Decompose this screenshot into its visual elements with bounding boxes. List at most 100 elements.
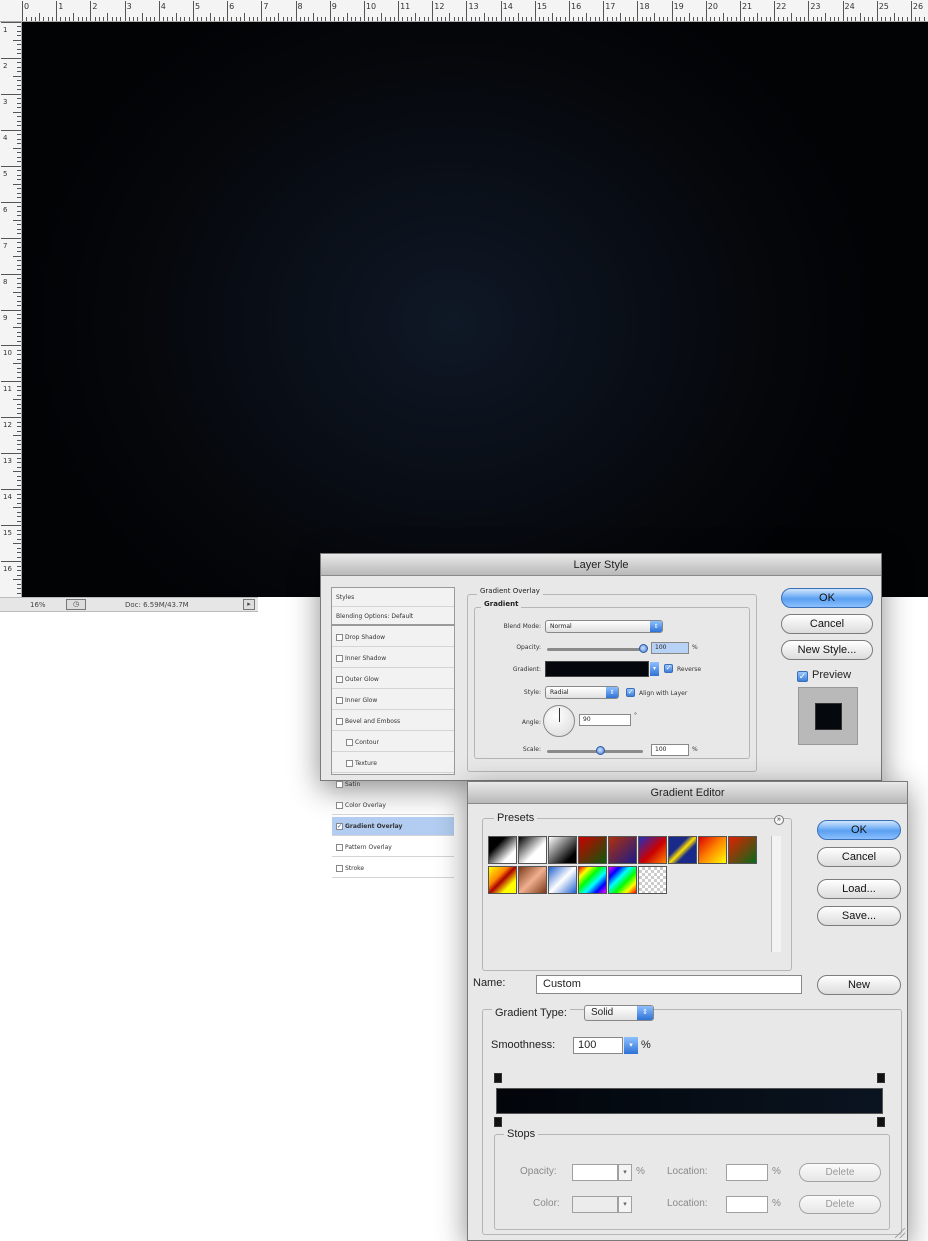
preset-swatch[interactable] <box>548 866 577 894</box>
preview-checkbox[interactable]: ✓ <box>797 671 808 682</box>
style-checkbox[interactable] <box>336 865 343 872</box>
ruler-tick <box>17 242 21 244</box>
color-location-input[interactable] <box>726 1196 768 1213</box>
reverse-checkbox[interactable]: ✓ <box>664 664 673 673</box>
style-checkbox[interactable]: ✓ <box>336 823 343 830</box>
preset-swatch[interactable] <box>548 836 577 864</box>
ruler-tick <box>380 13 382 21</box>
preset-swatch[interactable] <box>578 866 607 894</box>
presets-menu-icon[interactable]: » <box>774 815 784 825</box>
stop-opacity-input[interactable] <box>572 1164 618 1181</box>
preset-swatch[interactable] <box>638 866 667 894</box>
style-checkbox[interactable] <box>346 739 353 746</box>
style-checkbox[interactable] <box>336 697 343 704</box>
opacity-input[interactable]: 100 <box>651 642 689 654</box>
status-info-icon[interactable]: ◷ <box>66 599 86 610</box>
style-item[interactable]: Outer Glow <box>332 670 454 689</box>
ruler-tick <box>487 17 489 21</box>
preset-swatch[interactable] <box>578 836 607 864</box>
presets-scrollbar[interactable] <box>771 836 781 952</box>
status-menu-arrow-icon[interactable]: ▸ <box>243 599 255 610</box>
style-checkbox[interactable] <box>336 676 343 683</box>
stop-opacity-arrow-icon[interactable]: ▾ <box>618 1164 632 1181</box>
name-input[interactable]: Custom <box>536 975 802 994</box>
delete-color-stop-button[interactable]: Delete <box>799 1195 881 1214</box>
opacity-slider-thumb[interactable] <box>639 644 648 653</box>
opacity-location-input[interactable] <box>726 1164 768 1181</box>
zoom-level[interactable]: 16% <box>30 601 46 609</box>
preset-swatch[interactable] <box>698 836 727 864</box>
style-select[interactable]: Radial ⇕ <box>545 686 619 699</box>
ruler-tick <box>269 17 271 21</box>
style-item[interactable]: ✓ Gradient Overlay <box>332 817 454 836</box>
vertical-ruler[interactable]: 1 2 3 4 5 6 7 8 9 10 11 12 13 14 15 16 <box>0 22 22 597</box>
resize-grip-icon[interactable] <box>895 1228 905 1238</box>
smoothness-input[interactable]: 100 <box>573 1037 623 1054</box>
stop-color-arrow-icon[interactable]: ▾ <box>618 1196 632 1213</box>
blending-options-item[interactable]: Blending Options: Default <box>332 607 454 626</box>
style-checkbox[interactable] <box>336 802 343 809</box>
cancel-button[interactable]: Cancel <box>781 614 873 634</box>
preset-swatch[interactable] <box>488 866 517 894</box>
style-checkbox[interactable] <box>336 718 343 725</box>
angle-input[interactable]: 90 <box>579 714 631 726</box>
opacity-stop-left[interactable] <box>494 1073 502 1083</box>
gradient-picker-arrow-icon[interactable]: ▾ <box>650 662 659 676</box>
preset-swatch[interactable] <box>638 836 667 864</box>
save-button[interactable]: Save... <box>817 906 901 926</box>
angle-dial[interactable] <box>543 705 575 737</box>
ok-button[interactable]: OK <box>817 820 901 840</box>
styles-header[interactable]: Styles <box>332 588 454 607</box>
opacity-slider-track[interactable] <box>547 648 647 651</box>
ruler-tick <box>470 17 472 21</box>
style-item[interactable]: Color Overlay <box>332 796 454 815</box>
scale-input[interactable]: 100 <box>651 744 689 756</box>
horizontal-ruler[interactable]: 0 1 2 3 4 5 6 7 8 9 10 11 12 13 14 15 16 17 18 19 20 21 22 23 24… <box>0 0 928 22</box>
style-checkbox[interactable] <box>336 634 343 641</box>
preset-swatch[interactable] <box>608 866 637 894</box>
new-button[interactable]: New <box>817 975 901 995</box>
new-style-button[interactable]: New Style... <box>781 640 873 660</box>
style-item[interactable]: Satin <box>332 775 454 794</box>
cancel-button[interactable]: Cancel <box>817 847 901 867</box>
style-item[interactable]: Drop Shadow <box>332 628 454 647</box>
scale-slider-thumb[interactable] <box>595 746 605 755</box>
ok-button[interactable]: OK <box>781 588 873 608</box>
document-canvas[interactable] <box>22 22 928 597</box>
layer-style-title[interactable]: Layer Style <box>321 554 881 576</box>
preset-swatch[interactable] <box>668 836 697 864</box>
gradient-editor-title[interactable]: Gradient Editor <box>468 782 907 804</box>
smoothness-dropdown-arrow-icon[interactable]: ▾ <box>624 1037 638 1054</box>
preset-swatch[interactable] <box>488 836 517 864</box>
style-checkbox[interactable] <box>336 655 343 662</box>
ruler-tick <box>607 17 609 21</box>
style-item[interactable]: Contour <box>332 733 454 752</box>
delete-opacity-stop-button[interactable]: Delete <box>799 1163 881 1182</box>
ruler-tick <box>17 358 21 360</box>
color-stop-right[interactable] <box>877 1117 885 1127</box>
style-item[interactable]: Pattern Overlay <box>332 838 454 857</box>
style-item[interactable]: Stroke <box>332 859 454 878</box>
stop-color-swatch[interactable] <box>572 1196 618 1213</box>
gradient-preview-swatch[interactable] <box>545 661 649 677</box>
style-item[interactable]: Bevel and Emboss <box>332 712 454 731</box>
style-checkbox[interactable] <box>336 781 343 788</box>
style-item[interactable]: Inner Glow <box>332 691 454 710</box>
style-item[interactable]: Texture <box>332 754 454 773</box>
preset-swatch[interactable] <box>518 836 547 864</box>
style-checkbox[interactable] <box>346 760 353 767</box>
ruler-tick <box>17 224 21 226</box>
opacity-stop-right[interactable] <box>877 1073 885 1083</box>
preset-swatch[interactable] <box>608 836 637 864</box>
load-button[interactable]: Load... <box>817 879 901 899</box>
gradient-bar[interactable] <box>496 1088 883 1114</box>
align-with-layer-checkbox[interactable]: ✓ <box>626 688 635 697</box>
style-item[interactable]: Inner Shadow <box>332 649 454 668</box>
ruler-tick <box>274 17 276 21</box>
style-checkbox[interactable] <box>336 844 343 851</box>
gradient-type-select[interactable]: Solid ⇕ <box>584 1005 654 1021</box>
preset-swatch[interactable] <box>518 866 547 894</box>
blend-mode-select[interactable]: Normal ⇕ <box>545 620 663 633</box>
color-stop-left[interactable] <box>494 1117 502 1127</box>
preset-swatch[interactable] <box>728 836 757 864</box>
